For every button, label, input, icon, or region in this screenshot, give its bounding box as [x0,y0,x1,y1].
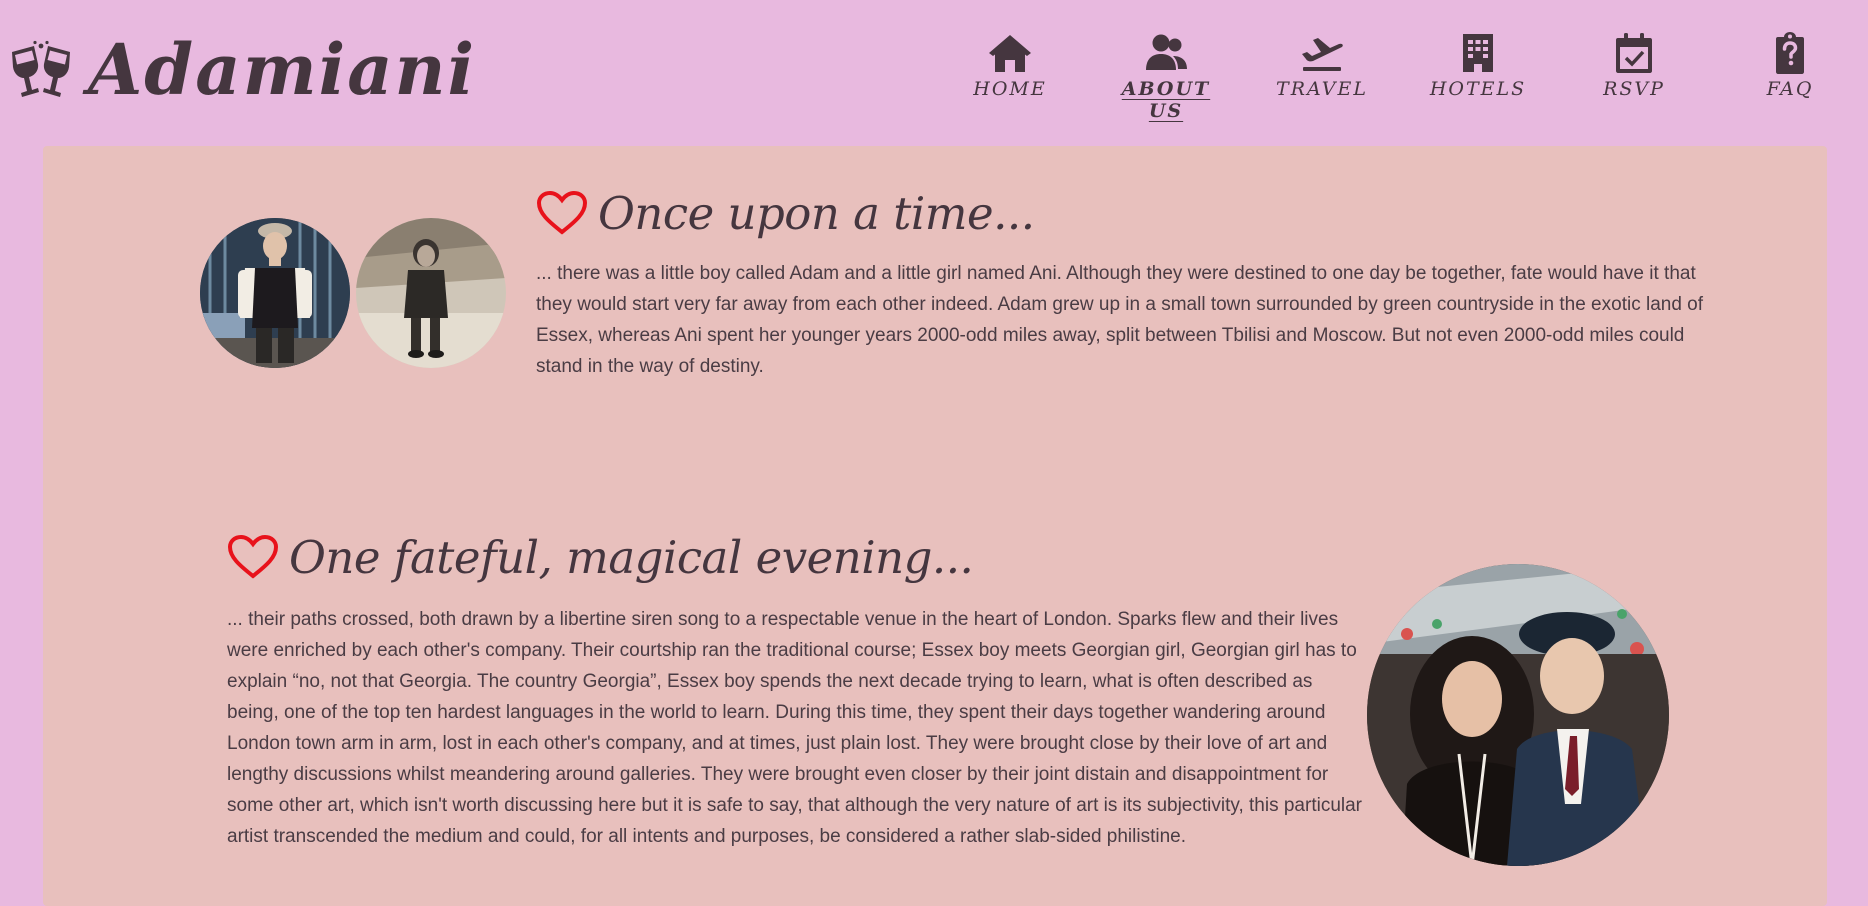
nav-label-home: HOME [973,78,1047,100]
nav-label-travel: TRAVEL [1276,78,1368,100]
nav-item-hotels[interactable]: HOTELS [1418,32,1538,100]
photo-young-adam [200,218,350,368]
clipboard-question-icon [1776,32,1804,74]
photo-young-ani [356,218,506,368]
nav-item-travel[interactable]: TRAVEL [1262,32,1382,100]
nav-label-hotels: HOTELS [1429,78,1527,100]
section-body: ... there was a little boy called Adam a… [536,263,1704,377]
section-body: ... their paths crossed, both drawn by a… [227,609,1362,847]
champagne-glasses-icon [12,40,70,97]
section-heading-fateful-evening: One fateful, magical evening... [227,530,974,584]
nav-item-faq[interactable]: FAQ [1730,32,1850,100]
section-heading-once-upon: Once upon a time... [536,190,1035,236]
nav-label-rsvp: RSVP [1603,78,1665,100]
main-nav: HOME ABOUT US TRAVEL HOTELS RSVP FAQ [950,32,1860,122]
calendar-check-icon [1616,33,1652,73]
nav-item-rsvp[interactable]: RSVP [1574,32,1694,100]
content-panel: Once upon a time... ... there was a litt… [43,146,1827,906]
nav-item-about-us[interactable]: ABOUT US [1106,32,1226,122]
house-icon [989,35,1031,72]
nav-label-about-us: ABOUT US [1121,78,1211,122]
section-title: One fateful, magical evening... [289,530,974,584]
nav-label-faq: FAQ [1766,78,1814,100]
plane-departure-icon [1302,38,1343,71]
heart-outline-icon [536,190,588,235]
photo-adam-and-ani [1367,564,1669,866]
nav-item-home[interactable]: HOME [950,32,1070,100]
hotel-icon [1463,34,1493,72]
users-icon [1146,34,1187,70]
heart-outline-icon [227,534,279,579]
site-header: Adamiani HOME ABOUT US TRAVEL HOTELS RSV… [0,0,1868,146]
brand-name: Adamiani [88,28,477,111]
brand-logo[interactable]: Adamiani [8,30,476,110]
section-title: Once upon a time... [598,186,1035,240]
